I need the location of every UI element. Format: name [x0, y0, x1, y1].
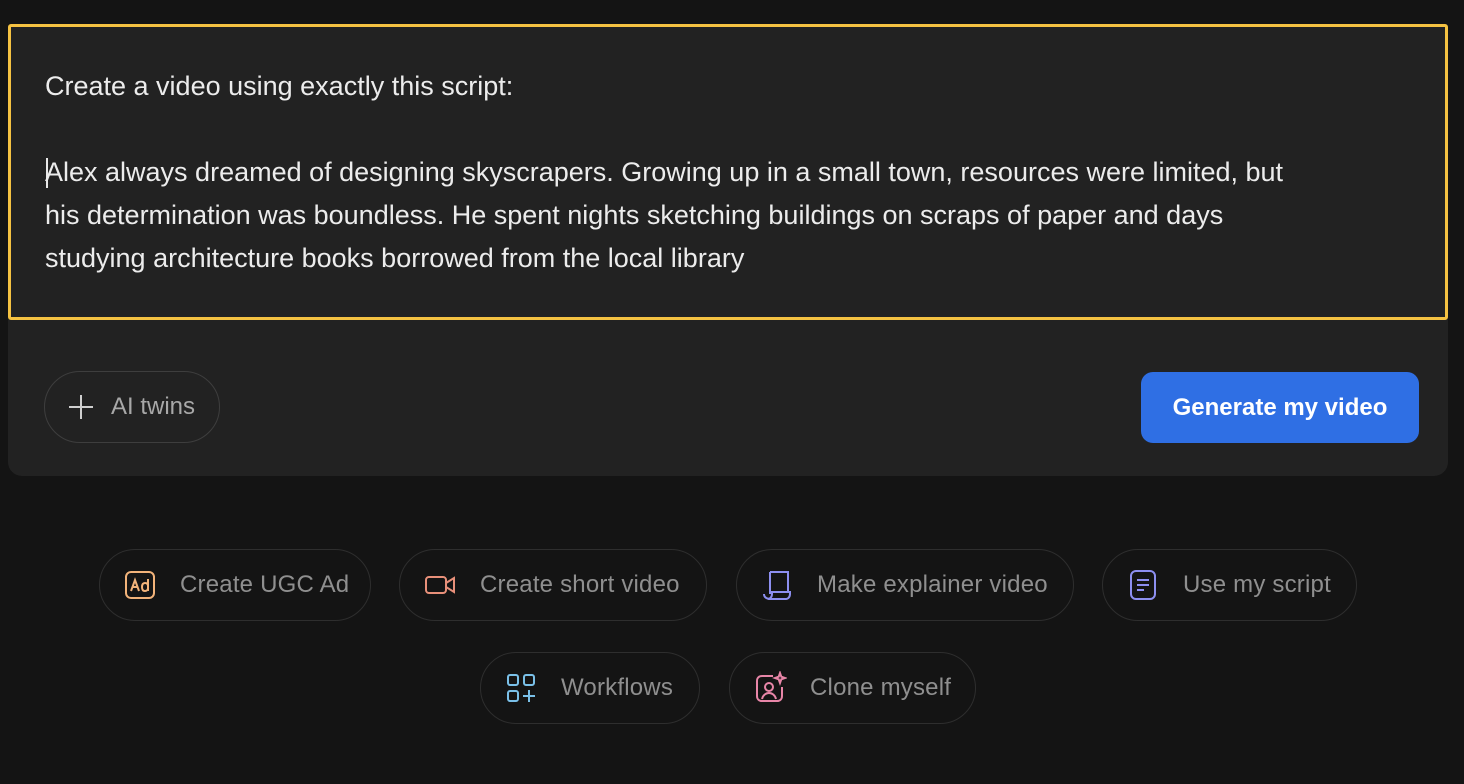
- chip-workflows[interactable]: Workflows: [480, 652, 700, 724]
- chip-make-explainer-video[interactable]: Make explainer video: [736, 549, 1074, 621]
- chip-label: Make explainer video: [817, 571, 1048, 598]
- ai-twins-button[interactable]: AI twins: [44, 371, 220, 443]
- script-editor[interactable]: Create a video using exactly this script…: [8, 24, 1448, 320]
- chip-clone-myself[interactable]: Clone myself: [729, 652, 976, 724]
- editor-line: Create a video using exactly this script…: [45, 71, 514, 101]
- sparkle-portrait-icon: [752, 670, 788, 706]
- chip-label: Create UGC Ad: [180, 571, 350, 598]
- chip-create-ugc-ad[interactable]: Create UGC Ad: [99, 549, 371, 621]
- editor-line: studying architecture books borrowed fro…: [45, 243, 745, 273]
- plus-icon: [67, 393, 95, 421]
- generate-video-button[interactable]: Generate my video: [1141, 372, 1419, 443]
- chip-label: Use my script: [1183, 571, 1331, 598]
- document-icon: [1125, 567, 1161, 603]
- grid-plus-icon: [503, 670, 539, 706]
- video-camera-icon: [422, 567, 458, 603]
- chip-label: Clone myself: [810, 674, 952, 701]
- editor-line: his determination was boundless. He spen…: [45, 200, 1224, 230]
- chip-label: Create short video: [480, 571, 680, 598]
- ai-twins-label: AI twins: [111, 393, 196, 420]
- chip-use-my-script[interactable]: Use my script: [1102, 549, 1357, 621]
- editor-line: Alex always dreamed of designing skyscra…: [45, 157, 1284, 187]
- scroll-icon: [759, 567, 795, 603]
- chip-create-short-video[interactable]: Create short video: [399, 549, 707, 621]
- ad-icon: [122, 567, 158, 603]
- chip-label: Workflows: [561, 674, 674, 701]
